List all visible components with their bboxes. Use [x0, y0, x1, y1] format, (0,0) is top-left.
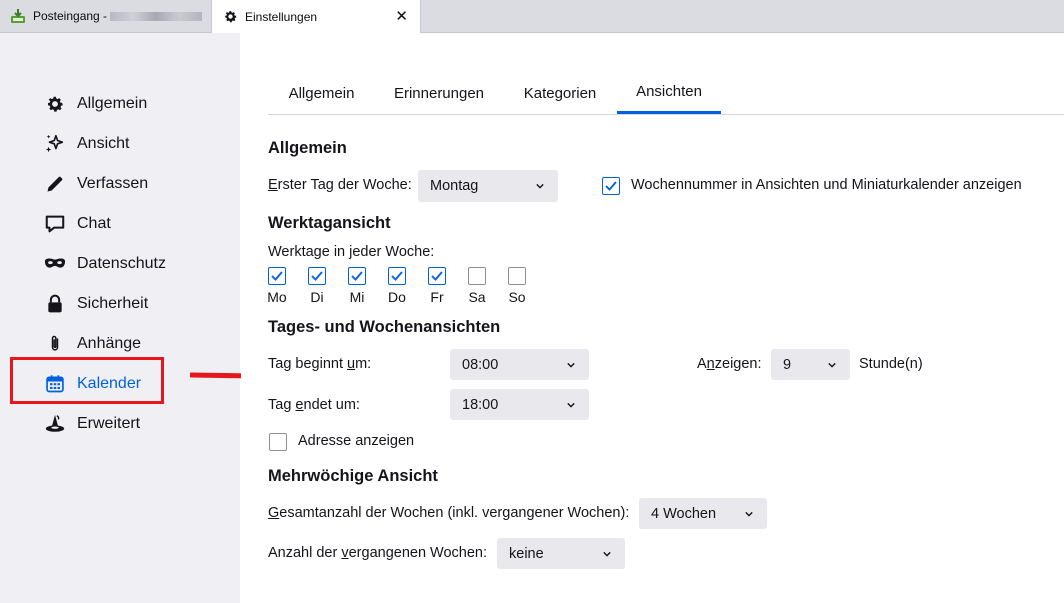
- highlight-box: [10, 357, 164, 404]
- workday-checkbox-mi[interactable]: [348, 267, 366, 285]
- calendar-subtabs: Allgemein Erinnerungen Kategorien Ansich…: [268, 72, 1064, 115]
- show-location-checkbox[interactable]: [269, 433, 287, 451]
- sparkle-icon: [44, 133, 66, 155]
- sidebar-item-erweitert[interactable]: Erweitert: [44, 412, 140, 436]
- select-value: keine: [509, 545, 544, 562]
- checkmark-icon: [271, 271, 283, 281]
- day-end-label: Tag endet um:: [268, 397, 360, 413]
- total-weeks-label: Gesamtanzahl der Wochen (inkl. vergangen…: [268, 505, 630, 521]
- chevron-down-icon: [536, 183, 544, 189]
- checkmark-icon: [431, 271, 443, 281]
- tab-label: Allgemein: [288, 84, 355, 102]
- sidebar-item-ansicht[interactable]: Ansicht: [44, 132, 129, 156]
- tab-erinnerungen[interactable]: Erinnerungen: [375, 72, 503, 114]
- gear-icon: [222, 9, 238, 25]
- tab-ansichten[interactable]: Ansichten: [617, 72, 721, 114]
- workday-label: So: [508, 289, 526, 305]
- section-heading-general: Allgemein: [268, 139, 347, 157]
- chat-icon: [44, 213, 66, 235]
- workday-checkbox-di[interactable]: [308, 267, 326, 285]
- tab-label: Ansichten: [636, 83, 702, 100]
- past-weeks-select[interactable]: keine: [497, 538, 625, 569]
- day-end-select[interactable]: 18:00: [450, 389, 589, 420]
- sidebar-item-label: Sicherheit: [77, 295, 149, 312]
- checkmark-icon: [351, 271, 363, 281]
- past-weeks-label: Anzahl der vergangenen Wochen:: [268, 545, 488, 561]
- sidebar-item-label: Verfassen: [77, 175, 149, 192]
- workday-checkbox-so[interactable]: [508, 267, 526, 285]
- browser-tab-bar: Posteingang - Einstellungen ✕: [0, 0, 1064, 33]
- workday-label: Sa: [468, 289, 486, 305]
- tab-settings-label: Einstellungen: [245, 9, 318, 24]
- section-heading-multiweek: Mehrwöchige Ansicht: [268, 467, 438, 485]
- mask-icon: [44, 253, 66, 275]
- select-value: Montag: [430, 178, 479, 194]
- first-day-label: Erster Tag der Woche:: [268, 177, 412, 193]
- workday-checkbox-mo[interactable]: [268, 267, 286, 285]
- workday-label: Do: [388, 289, 406, 305]
- gear-icon: [44, 93, 66, 115]
- sidebar-item-label: Allgemein: [77, 95, 148, 112]
- select-value: 4 Wochen: [651, 505, 717, 522]
- sidebar-item-verfassen[interactable]: Verfassen: [44, 172, 148, 196]
- section-heading-dayweek: Tages- und Wochenansichten: [268, 318, 501, 336]
- checkmark-icon: [311, 271, 323, 281]
- first-day-select[interactable]: Montag: [418, 170, 558, 202]
- checkmark-icon: [605, 181, 617, 191]
- sidebar-item-datenschutz[interactable]: Datenschutz: [44, 252, 166, 276]
- sidebar-item-label: Anhänge: [77, 335, 142, 352]
- section-heading-workweek: Werktagansicht: [268, 214, 391, 232]
- select-value: 08:00: [462, 356, 499, 373]
- pen-icon: [44, 173, 66, 195]
- tab-label: Kategorien: [523, 84, 597, 102]
- show-location-label: Adresse anzeigen: [298, 433, 415, 449]
- show-hours-select[interactable]: 9: [771, 349, 850, 380]
- select-value: 18:00: [462, 396, 499, 413]
- chevron-down-icon: [745, 511, 753, 517]
- workday-label: Fr: [430, 289, 444, 305]
- tab-inbox-label: Posteingang -: [33, 9, 108, 23]
- redacted-account-name: [110, 11, 203, 21]
- chevron-down-icon: [603, 551, 611, 557]
- hours-unit-label: Stunde(n): [859, 356, 923, 372]
- sidebar-item-label: Ansicht: [77, 135, 130, 152]
- inbox-download-icon: [10, 8, 26, 24]
- checkmark-icon: [391, 271, 403, 281]
- sidebar-item-label: Chat: [77, 215, 111, 232]
- workday-label: Mi: [349, 289, 365, 305]
- tab-inbox[interactable]: Posteingang -: [0, 0, 211, 32]
- sidebar-item-chat[interactable]: Chat: [44, 212, 111, 236]
- chevron-down-icon: [567, 362, 575, 368]
- sidebar-item-anhaenge[interactable]: Anhänge: [44, 332, 141, 356]
- day-start-label: Tag beginnt um:: [268, 356, 372, 372]
- settings-sidebar: [0, 33, 240, 603]
- day-start-select[interactable]: 08:00: [450, 349, 589, 380]
- tab-label: Erinnerungen: [393, 84, 485, 102]
- tab-kategorien[interactable]: Kategorien: [503, 72, 617, 114]
- lock-icon: [44, 293, 66, 315]
- chevron-down-icon: [828, 362, 836, 368]
- workday-label: Di: [310, 289, 324, 305]
- sidebar-item-label: Datenschutz: [77, 255, 166, 272]
- total-weeks-select[interactable]: 4 Wochen: [639, 498, 767, 529]
- workday-label: Mo: [267, 289, 287, 305]
- sidebar-item-sicherheit[interactable]: Sicherheit: [44, 292, 148, 316]
- chevron-down-icon: [567, 402, 575, 408]
- sidebar-item-allgemein[interactable]: Allgemein: [44, 92, 147, 116]
- paperclip-icon: [44, 333, 66, 355]
- week-number-label: Wochennummer in Ansichten und Miniaturka…: [631, 177, 1022, 193]
- select-value: 9: [783, 356, 792, 373]
- wizard-hat-icon: [44, 413, 66, 435]
- close-icon[interactable]: ✕: [395, 7, 408, 25]
- workdays-label: Werktage in jeder Woche:: [268, 244, 435, 260]
- tab-settings[interactable]: Einstellungen ✕: [211, 0, 421, 33]
- workday-checkbox-fr[interactable]: [428, 267, 446, 285]
- sidebar-item-label: Erweitert: [77, 415, 141, 432]
- week-number-checkbox[interactable]: [602, 177, 620, 195]
- workday-checkbox-do[interactable]: [388, 267, 406, 285]
- workday-checkbox-sa[interactable]: [468, 267, 486, 285]
- tab-allgemein[interactable]: Allgemein: [268, 72, 375, 114]
- show-hours-label: Anzeigen:: [697, 356, 762, 372]
